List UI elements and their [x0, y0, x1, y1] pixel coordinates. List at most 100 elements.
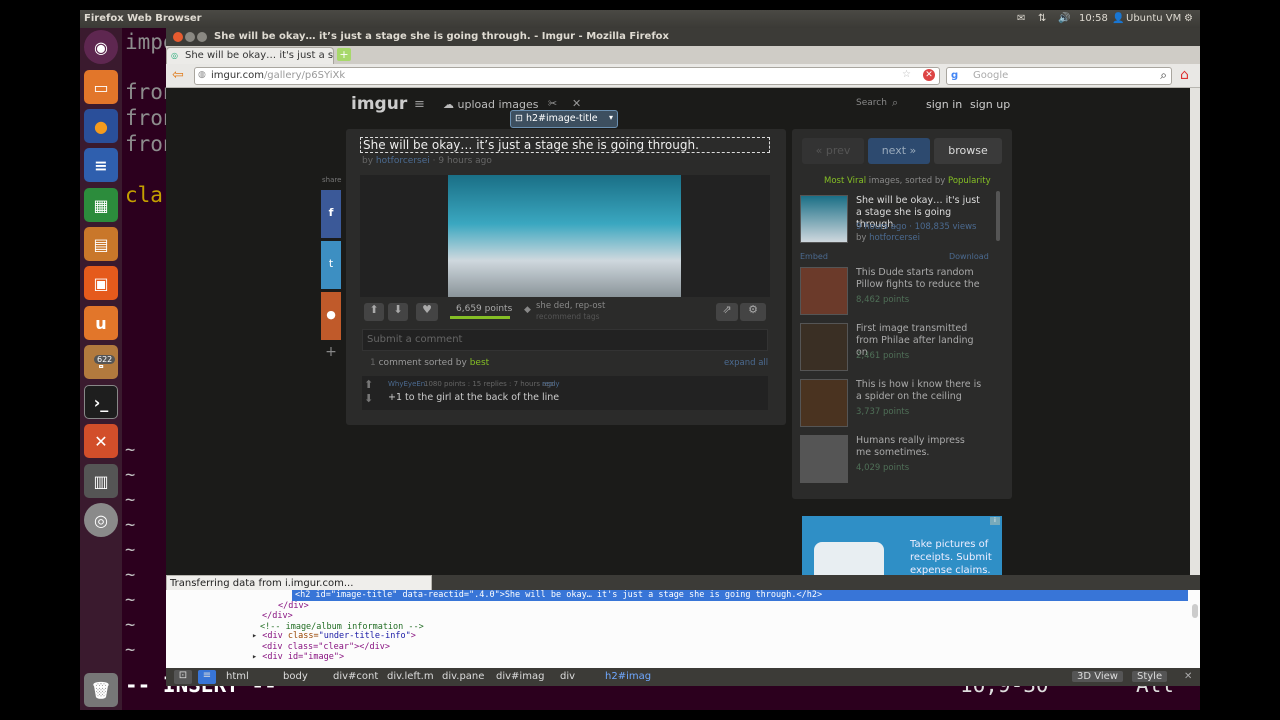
sidebar-scrollbar[interactable] — [996, 191, 1000, 241]
search-bar[interactable]: g Google ⌕ — [946, 67, 1172, 85]
reddit-icon[interactable]: ● — [321, 292, 341, 340]
browse-button[interactable]: browse — [934, 138, 1002, 164]
user-name[interactable]: Ubuntu VM — [1126, 13, 1181, 24]
sidebar-item[interactable]: First image transmitted from Philae afte… — [800, 323, 985, 375]
download-link[interactable]: Download — [949, 252, 989, 261]
trash-icon[interactable]: 🗑 — [84, 673, 118, 707]
menu-icon[interactable]: ≡ — [414, 97, 425, 112]
node-line[interactable]: </div> — [278, 601, 309, 611]
author-link[interactable]: hotforcersei — [376, 156, 430, 166]
ad-banner[interactable]: Take pictures of receipts. Submit expens… — [802, 516, 1002, 575]
crumb[interactable]: div — [560, 671, 575, 682]
embed-link[interactable]: Embed — [800, 252, 828, 261]
search-label[interactable]: Search — [856, 98, 887, 108]
imgur-logo[interactable]: imgur — [351, 94, 407, 114]
maximize-window-icon[interactable] — [197, 32, 207, 42]
firefox-icon[interactable]: ● — [84, 109, 118, 143]
node-line[interactable]: ▸ <div class="under-title-info"> — [252, 631, 416, 641]
ad-info-icon[interactable]: i — [990, 517, 1000, 525]
sort-label: comment sorted by — [378, 358, 467, 368]
comment-downvote-icon[interactable]: ⬇ — [364, 392, 373, 405]
options-gear-icon[interactable]: ⚙ — [740, 303, 766, 321]
settings-icon[interactable]: ✕ — [84, 424, 118, 458]
comment-user[interactable]: WhyEyeEn — [388, 380, 425, 388]
mail-icon[interactable]: ✉ — [1017, 13, 1025, 24]
comment-upvote-icon[interactable]: ⬆ — [364, 378, 373, 391]
sort-by[interactable]: Popularity — [948, 176, 991, 186]
crumb[interactable]: html — [226, 671, 249, 682]
browser-tab[interactable]: ◎ She will be okay… it's just a st... — [166, 47, 334, 64]
node-line[interactable]: <div class="clear"></div> — [262, 642, 390, 652]
clock[interactable]: 10:58 — [1079, 13, 1108, 24]
inspector-scrollbar[interactable] — [1192, 604, 1198, 618]
reply-link[interactable]: reply — [542, 380, 560, 388]
author-link[interactable]: hotforcersei — [869, 233, 920, 243]
gear-icon[interactable]: ⚙ — [1184, 13, 1193, 24]
node-line[interactable]: </div> — [262, 611, 293, 621]
crumb-selected[interactable]: h2#imag — [605, 671, 651, 682]
vertical-scrollbar[interactable] — [1190, 88, 1200, 575]
impress-icon[interactable]: ▤ — [84, 227, 118, 261]
node-line[interactable]: ▸ <div id="image"> — [252, 652, 344, 662]
next-button[interactable]: next » — [868, 138, 930, 164]
sidebar-item[interactable]: This Dude starts random Pillow fights to… — [800, 267, 985, 319]
dropdown-icon[interactable]: ▾ — [609, 113, 613, 122]
downvote-button[interactable]: ⬇ — [388, 303, 408, 321]
random-icon[interactable]: ✂ — [548, 97, 557, 110]
stop-icon[interactable]: ✕ — [923, 69, 935, 81]
close-window-icon[interactable] — [173, 32, 183, 42]
back-arrow-icon[interactable]: ⇦ — [172, 67, 184, 83]
dvd-icon[interactable]: ◎ — [84, 503, 118, 537]
signup-link[interactable]: sign up — [970, 98, 1010, 111]
comment-input[interactable]: Submit a comment — [362, 329, 768, 351]
crumb[interactable]: div.left.m — [387, 671, 434, 682]
markup-icon[interactable]: ≡ — [198, 670, 216, 684]
user-icon[interactable]: 👤 — [1112, 13, 1124, 24]
recommend-tags[interactable]: recommend tags — [536, 312, 600, 321]
search-icon[interactable]: ⌕ — [892, 96, 898, 110]
close-devtools-icon[interactable]: ✕ — [1184, 671, 1192, 682]
volume-icon[interactable]: 🔊 — [1058, 13, 1070, 24]
ubuntu-one-icon[interactable]: u — [84, 306, 118, 340]
calc-icon[interactable]: ▦ — [84, 188, 118, 222]
post-image[interactable] — [448, 175, 681, 297]
expand-all-link[interactable]: expand all — [724, 358, 768, 368]
home-icon[interactable]: ⌂ — [1180, 67, 1189, 83]
facebook-icon[interactable]: f — [321, 190, 341, 238]
share-button[interactable]: ⇗ — [716, 303, 738, 321]
shuffle-icon[interactable]: ✕ — [572, 97, 581, 110]
network-icon[interactable]: ⇅ — [1038, 13, 1046, 24]
workspaces-icon[interactable]: ▥ — [84, 464, 118, 498]
software-center-icon[interactable]: ▣ — [84, 266, 118, 300]
prev-button[interactable]: « prev — [802, 138, 864, 164]
selected-node[interactable]: <h2 id="image-title" data-reactid=".4.0"… — [292, 590, 1188, 601]
more-share-icon[interactable]: + — [321, 344, 341, 364]
style-button[interactable]: Style — [1132, 671, 1168, 682]
new-tab-button[interactable]: + — [337, 48, 351, 61]
minimize-window-icon[interactable] — [185, 32, 195, 42]
signin-link[interactable]: sign in — [926, 98, 962, 111]
3d-view-button[interactable]: 3D View — [1072, 671, 1123, 682]
image-title: She will be okay… it’s just a stage she … — [360, 137, 770, 153]
sidebar-item[interactable]: This is how i know there is a spider on … — [800, 379, 985, 431]
sort-select[interactable]: best — [470, 358, 489, 368]
url-bar[interactable]: ◍ imgur.com/gallery/p6SYiXk ☆ ✕ — [194, 67, 940, 85]
terminal-icon[interactable]: ›_ — [84, 385, 118, 419]
inspect-icon[interactable]: ⊡ — [174, 670, 192, 684]
crumb[interactable]: div#imag — [496, 671, 544, 682]
sidebar-item[interactable]: She will be okay… it's just a stage she … — [800, 195, 985, 247]
sort-mode[interactable]: Most Viral — [824, 176, 866, 186]
crumb[interactable]: div.pane — [442, 671, 484, 682]
writer-icon[interactable]: ≡ — [84, 148, 118, 182]
bookmark-star-icon[interactable]: ☆ — [902, 69, 911, 80]
search-icon[interactable]: ⌕ — [1160, 68, 1167, 83]
twitter-icon[interactable]: t — [321, 241, 341, 289]
tags[interactable]: she ded, rep-ost — [536, 301, 605, 311]
favorite-heart-icon[interactable]: ♥ — [416, 303, 438, 321]
crumb[interactable]: body — [283, 671, 308, 682]
files-icon[interactable]: ▭ — [84, 70, 118, 104]
crumb[interactable]: div#cont — [333, 671, 378, 682]
upvote-button[interactable]: ⬆ — [364, 303, 384, 321]
sidebar-item[interactable]: Humans really impress me sometimes. 4,02… — [800, 435, 985, 487]
dash-icon[interactable]: ◉ — [84, 30, 118, 64]
